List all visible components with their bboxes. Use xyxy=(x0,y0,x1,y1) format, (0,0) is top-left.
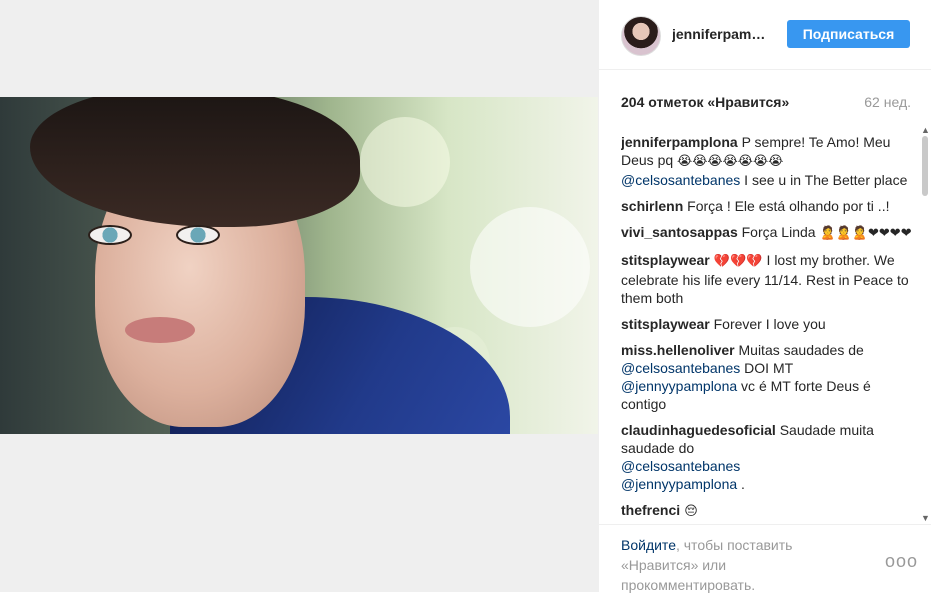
comments-scrollbar[interactable]: ▲ ▼ xyxy=(919,126,931,526)
scroll-up-icon[interactable]: ▲ xyxy=(921,126,930,135)
login-link[interactable]: Войдите xyxy=(621,537,676,553)
comment-author[interactable]: jenniferpamplona xyxy=(621,134,738,150)
comment-author[interactable]: thefrenci xyxy=(621,502,680,518)
comment: thefrenci 😔 xyxy=(621,501,913,521)
photo-eye xyxy=(176,225,220,245)
comment-text: I see u in The Better place xyxy=(740,172,908,188)
comment-mention[interactable]: @jennyypamplona xyxy=(621,378,737,394)
comments-list: jenniferpamplona P sempre! Te Amo! Meu D… xyxy=(621,124,913,522)
likes-count[interactable]: 204 отметок «Нравится» xyxy=(621,94,789,110)
comment: jenniferpamplona P sempre! Te Amo! Meu D… xyxy=(621,133,913,189)
emoji-icon: 😔 xyxy=(680,504,698,519)
comment: schirlenn Força ! Ele está olhando por t… xyxy=(621,197,913,215)
post-footer: Войдите, чтобы поставить «Нравится» или … xyxy=(599,524,931,595)
emoji-icon: 😭😭😭😭😭😭😭 xyxy=(677,154,784,169)
comment: stitsplaywear 💔💔💔 I lost my brother. We … xyxy=(621,251,913,307)
login-prompt: Войдите, чтобы поставить «Нравится» или … xyxy=(621,535,851,595)
comment-text: Muitas saudades de xyxy=(734,342,864,358)
comment-author[interactable]: stitsplaywear xyxy=(621,252,710,268)
scroll-thumb[interactable] xyxy=(922,136,928,196)
post-age[interactable]: 62 нед. xyxy=(864,94,911,110)
comment-author[interactable]: miss.hellenoliver xyxy=(621,342,735,358)
comment-author[interactable]: claudinhaguedesoficial xyxy=(621,422,776,438)
comment-text: DOI MT xyxy=(740,360,794,376)
comment-mention[interactable]: @celsosantebanes xyxy=(621,458,740,474)
comment-author[interactable]: stitsplaywear xyxy=(621,316,710,332)
photo-bokeh xyxy=(360,117,450,207)
post-sidebar: jenniferpam… Подписаться 204 отметок «Нр… xyxy=(598,0,931,595)
comment-mention[interactable]: @jennyypamplona xyxy=(621,476,737,492)
post-photo[interactable] xyxy=(0,97,598,434)
emoji-icon: 💔💔💔 xyxy=(709,254,767,269)
comment-text: Forever I love you xyxy=(709,316,826,332)
follow-button[interactable]: Подписаться xyxy=(787,20,910,48)
photo-hair xyxy=(30,97,360,227)
photo-eye xyxy=(88,225,132,245)
comment-author[interactable]: schirlenn xyxy=(621,198,683,214)
comment: stitsplaywear Forever I love you xyxy=(621,315,913,333)
post-header: jenniferpam… Подписаться xyxy=(599,0,931,70)
comment-text: . xyxy=(737,476,745,492)
comment-author[interactable]: vivi_santosappas xyxy=(621,224,738,240)
more-options-icon[interactable]: ooo xyxy=(885,551,918,572)
comment-mention[interactable]: @celsosantebanes xyxy=(621,172,740,188)
likes-row: 204 отметок «Нравится» 62 нед. xyxy=(621,94,911,110)
media-pane xyxy=(0,0,598,592)
comment: claudinhaguedesoficial Saudade muita sau… xyxy=(621,421,913,493)
comment-mention[interactable]: @celsosantebanes xyxy=(621,360,740,376)
emoji-icon: 🙎🙎🙎❤❤❤❤ xyxy=(819,226,912,241)
comment: vivi_santosappas Força Linda 🙎🙎🙎❤❤❤❤ xyxy=(621,223,913,243)
photo-lips xyxy=(125,317,195,343)
comment: miss.hellenoliver Muitas saudades de @ce… xyxy=(621,341,913,413)
comment-text: Força Linda xyxy=(737,224,820,240)
photo-bokeh xyxy=(470,207,590,327)
scroll-down-icon[interactable]: ▼ xyxy=(921,514,930,523)
comment-text: Força ! Ele está olhando por ti ..! xyxy=(683,198,890,214)
avatar[interactable] xyxy=(621,16,661,56)
username[interactable]: jenniferpam… xyxy=(672,26,765,42)
